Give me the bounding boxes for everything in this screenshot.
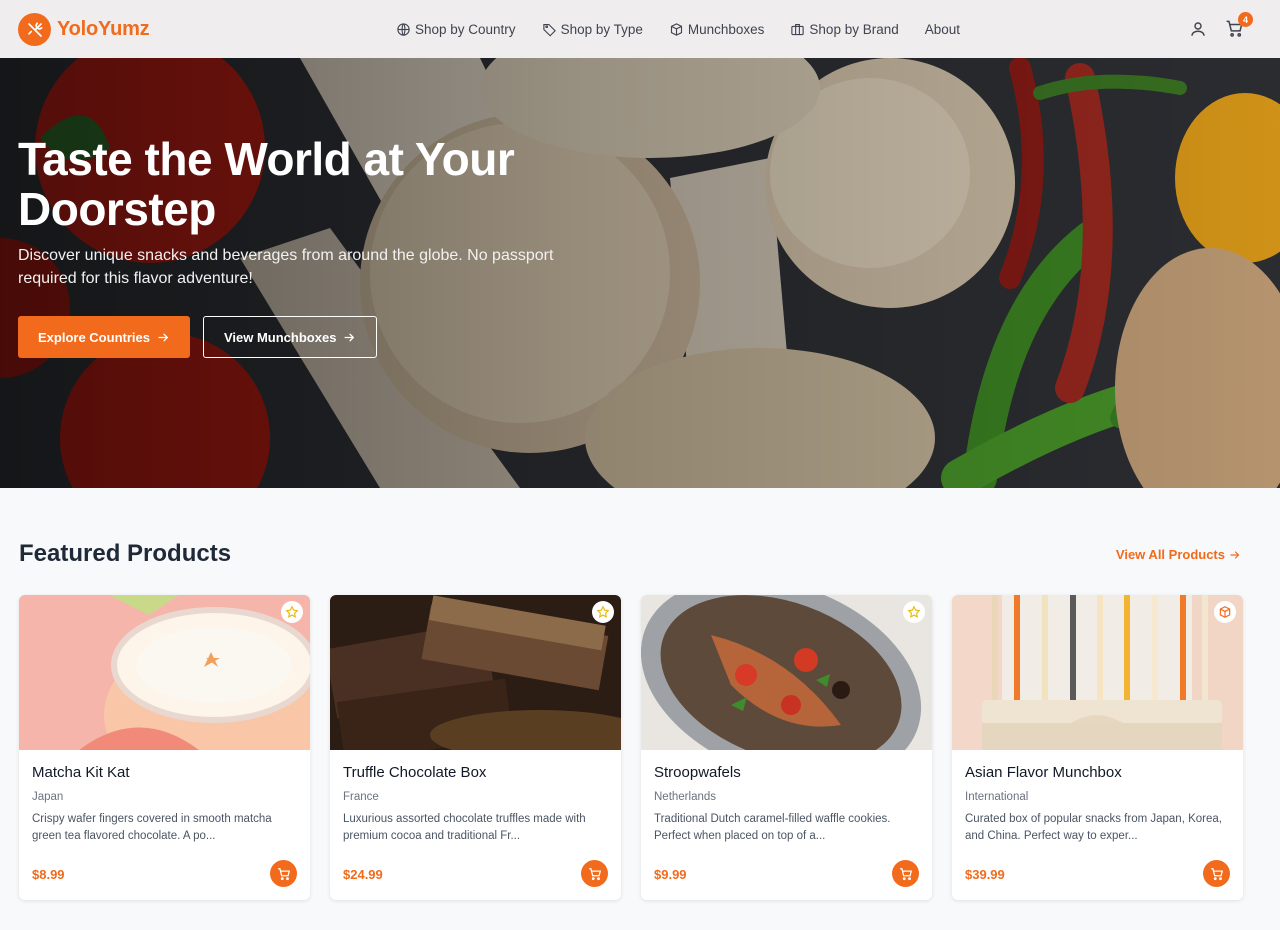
user-icon[interactable] [1189,20,1207,43]
view-munchboxes-button[interactable]: View Munchboxes [202,316,378,358]
hero-buttons: Explore Countries View Munchboxes [18,316,618,358]
product-country: International [965,791,1029,803]
product-card[interactable]: Truffle Chocolate Box France Luxurious a… [330,595,621,900]
nav-munchboxes[interactable]: Munchboxes [669,21,765,37]
nav-actions: 4 [1189,12,1253,43]
hero-subtitle: Discover unique snacks and beverages fro… [18,247,554,287]
product-card[interactable]: Stroopwafels Netherlands Traditional Dut… [641,595,932,900]
brand-name: YoloYumz [57,18,150,40]
product-price: $24.99 [343,867,383,882]
main-nav: Shop by Country Shop by Type Munchboxes … [396,0,960,58]
product-card[interactable]: Matcha Kit Kat Japan Crispy wafer finger… [19,595,310,900]
nav-label: Shop by Type [560,21,643,37]
brand-logo[interactable]: YoloYumz [18,13,150,46]
button-label: View Munchboxes [223,329,337,345]
product-description: Curated box of popular snacks from Japan… [965,813,1222,842]
arrow-right-icon [1230,550,1240,559]
product-grid: Matcha Kit Kat Japan Crispy wafer finger… [19,595,1243,900]
button-label: Explore Countries [38,329,150,345]
star-icon [903,601,925,623]
product-image [19,595,310,750]
add-to-cart-button[interactable] [892,860,919,887]
globe-icon [397,22,410,36]
cart-button[interactable]: 4 [1225,12,1253,43]
nav-label: Shop by Brand [809,21,899,37]
box-icon [670,22,682,36]
product-description: Luxurious assorted chocolate truffles ma… [343,813,586,842]
product-description: Crispy wafer fingers covered in smooth m… [32,813,272,842]
product-country: France [343,791,379,803]
product-name[interactable]: Matcha Kit Kat [32,764,297,781]
explore-countries-button[interactable]: Explore Countries [18,316,190,358]
link-label: View All Products [1115,547,1225,562]
add-to-cart-button[interactable] [581,860,608,887]
view-all-products-link[interactable]: View All Products [1116,547,1241,562]
product-price: $39.99 [965,867,1005,882]
nav-shop-by-brand[interactable]: Shop by Brand [790,21,899,37]
star-icon [592,601,614,623]
product-price: $8.99 [32,867,65,882]
box-icon [1214,601,1236,623]
product-card[interactable]: Asian Flavor Munchbox International Cura… [952,595,1243,900]
product-image [952,595,1243,750]
cart-count-badge: 4 [1238,12,1253,27]
cart-icon [899,867,912,880]
product-description: Traditional Dutch caramel-filled waffle … [654,813,891,842]
hero-title: Taste the World at Your Doorstep [18,133,515,235]
nav-label: Shop by Country [415,21,516,37]
product-name[interactable]: Asian Flavor Munchbox [965,764,1230,781]
product-name[interactable]: Stroopwafels [654,764,919,781]
nav-shop-by-country[interactable]: Shop by Country [396,22,516,37]
star-icon [281,601,303,623]
product-name[interactable]: Truffle Chocolate Box [343,764,608,781]
product-image [330,595,621,750]
nav-shop-by-type[interactable]: Shop by Type [542,22,643,37]
add-to-cart-button[interactable] [1203,860,1230,887]
cart-icon [1210,867,1223,880]
arrow-right-icon [344,333,355,341]
featured-products-title: Featured Products [19,540,232,567]
nav-label: Munchboxes [687,21,765,37]
nav-label: About [924,21,961,37]
product-country: Japan [32,791,64,803]
add-to-cart-button[interactable] [270,860,297,887]
tag-icon [542,23,556,37]
navbar: YoloYumz Shop by Country Shop by Type Mu… [0,0,1280,58]
cart-icon [588,867,601,880]
arrow-right-icon [158,333,169,341]
product-image [641,595,932,750]
cart-icon [277,867,290,880]
utensils-icon [18,13,51,46]
nav-about[interactable]: About [925,22,960,37]
hero-content: Taste the World at Your Doorstep Discove… [18,134,618,358]
product-country: Netherlands [654,791,717,803]
briefcase-icon [791,23,805,35]
hero-section: Taste the World at Your Doorstep Discove… [0,58,1280,488]
product-price: $9.99 [654,867,687,882]
